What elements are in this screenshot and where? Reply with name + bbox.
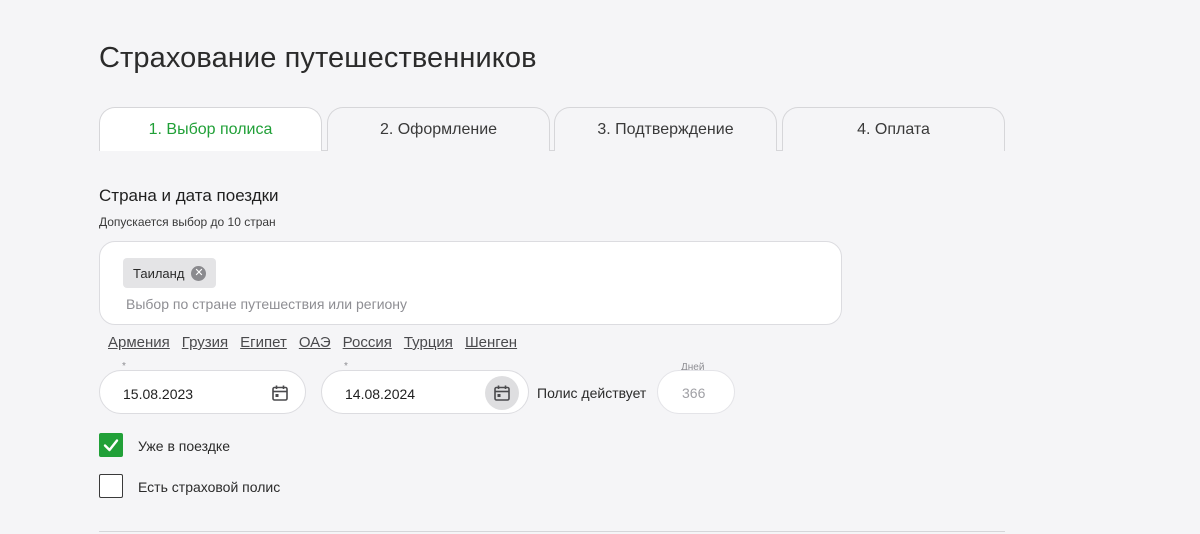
days-count-value: 366 (682, 385, 706, 401)
check-icon (103, 439, 119, 452)
tab-confirmation[interactable]: 3. Подтверждение (554, 107, 777, 151)
days-count-field: 366 (657, 370, 735, 414)
quick-link-russia[interactable]: Россия (343, 334, 392, 351)
required-mark: * (344, 361, 348, 372)
tab-payment[interactable]: 4. Оплата (782, 107, 1005, 151)
has-insurance-checkbox[interactable] (99, 474, 123, 498)
end-date-field[interactable]: * 14.08.2024 (321, 361, 529, 414)
tab-registration[interactable]: 2. Оформление (327, 107, 550, 151)
already-traveling-checkbox[interactable] (99, 433, 123, 457)
required-mark: * (122, 361, 126, 372)
country-search-input[interactable] (126, 294, 726, 314)
has-insurance-label: Есть страховой полис (138, 479, 281, 495)
quick-link-uae[interactable]: ОАЭ (299, 334, 331, 351)
quick-link-armenia[interactable]: Армения (108, 334, 170, 351)
section-title: Страна и дата поездки (99, 186, 279, 205)
country-chip: Таиланд ✕ (123, 258, 217, 288)
quick-link-egypt[interactable]: Египет (240, 334, 287, 351)
calendar-icon[interactable] (263, 376, 297, 410)
page-title: Страхование путешественников (99, 42, 537, 74)
policy-duration-label: Полис действует (537, 385, 647, 401)
end-date-value: 14.08.2024 (345, 386, 416, 402)
country-chip-label: Таиланд (133, 265, 185, 281)
calendar-icon[interactable] (485, 376, 519, 410)
country-limit-hint: Допускается выбор до 10 стран (99, 215, 276, 229)
quick-link-turkey[interactable]: Турция (404, 334, 453, 351)
section-divider (99, 531, 1005, 532)
start-date-field[interactable]: * 15.08.2023 (99, 361, 306, 414)
tab-policy-selection[interactable]: 1. Выбор полиса (99, 107, 322, 151)
country-selector[interactable]: Таиланд ✕ (99, 241, 842, 325)
step-tabs: 1. Выбор полиса 2. Оформление 3. Подтвер… (99, 107, 1005, 151)
close-circle-icon[interactable]: ✕ (191, 265, 207, 281)
already-traveling-label: Уже в поездке (138, 438, 230, 454)
quick-country-links: Армения Грузия Египет ОАЭ Россия Турция … (108, 334, 517, 351)
start-date-value: 15.08.2023 (123, 386, 194, 402)
quick-link-schengen[interactable]: Шенген (465, 334, 517, 351)
quick-link-georgia[interactable]: Грузия (182, 334, 228, 351)
